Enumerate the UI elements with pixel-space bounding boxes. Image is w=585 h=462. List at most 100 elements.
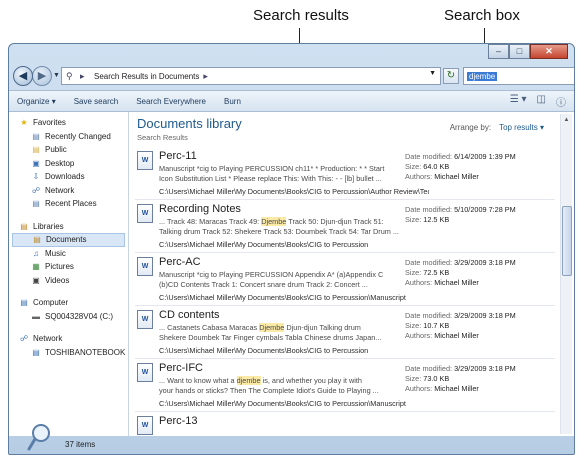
- result-metadata: Date modified: 5/10/2009 7:28 PM Size: 1…: [405, 205, 516, 224]
- result-title[interactable]: Perc-AC: [159, 256, 201, 268]
- sidebar-item-recently-changed[interactable]: ▤ Recently Changed: [9, 130, 128, 144]
- vertical-scrollbar[interactable]: ▲: [560, 114, 572, 434]
- result-path: C:\Users\Michael Miller\My Documents\Boo…: [159, 240, 369, 249]
- folder-icon: ▤: [32, 131, 40, 141]
- scroll-up-icon[interactable]: ▲: [561, 114, 572, 126]
- network-icon: ☍: [19, 334, 29, 344]
- details-pane: 37 items: [9, 424, 574, 454]
- pictures-icon: ▦: [32, 262, 40, 272]
- sidebar-item-music[interactable]: ♫ Music: [9, 247, 128, 261]
- navigation-pane: ★ Favorites ▤ Recently Changed ▤ Public ▣ D…: [9, 112, 129, 436]
- word-document-icon: W: [137, 257, 153, 276]
- chevron-right-icon[interactable]: ▸: [203, 71, 213, 81]
- result-path: C:\Users\Michael Miller\My Documents\Boo…: [159, 399, 406, 408]
- search-box[interactable]: djembe ✕: [463, 67, 574, 85]
- arrange-by: Arrange by: Top results ▾: [449, 123, 544, 132]
- sidebar-item-downloads[interactable]: ⇩ Downloads: [9, 170, 128, 184]
- search-everywhere-button[interactable]: Search Everywhere: [136, 97, 206, 106]
- videos-icon: ▣: [32, 275, 40, 285]
- callout-search-results: Search results: [253, 7, 349, 24]
- downloads-icon: ⇩: [32, 172, 40, 182]
- computer-icon: ▤: [20, 298, 28, 308]
- network-icon: ☍: [31, 185, 41, 195]
- burn-button[interactable]: Burn: [224, 97, 241, 106]
- sidebar-item-recent-places[interactable]: ▤ Recent Places: [9, 197, 128, 211]
- word-document-icon: W: [137, 204, 153, 223]
- libraries-header[interactable]: ▤ Libraries: [9, 220, 128, 234]
- back-button[interactable]: ◀: [13, 66, 33, 86]
- scrollbar-thumb[interactable]: [562, 206, 572, 276]
- result-metadata: Date modified: 6/14/2009 1:39 PM Size: 6…: [405, 152, 516, 181]
- result-item[interactable]: W Perc-IFC ... Want to know what a djemb…: [135, 359, 555, 412]
- favorites-header[interactable]: ★ Favorites: [9, 116, 128, 130]
- explorer-window: – □ ✕ ◀ ▶ ▼ ⚲ ▸ Search Results in Docume…: [8, 43, 575, 455]
- result-path: C:\Users\Michael Miller\My Documents\Boo…: [159, 187, 429, 196]
- result-snippet: ... Castanets Cabasa Maracas Djembe Djun…: [159, 323, 382, 342]
- libraries-icon: ▤: [20, 221, 28, 231]
- save-search-button[interactable]: Save search: [74, 97, 118, 106]
- preview-pane-icon[interactable]: ◫: [537, 94, 546, 109]
- arrange-by-dropdown[interactable]: Top results ▾: [499, 123, 544, 132]
- address-dropdown-icon[interactable]: ▼: [429, 70, 436, 77]
- recent-places-icon: ▤: [32, 199, 40, 209]
- callout-search-box: Search box: [444, 7, 520, 24]
- result-item[interactable]: W CD contents ... Castanets Cabasa Marac…: [135, 306, 555, 359]
- result-snippet: Manuscript *cig to Playing PERCUSSION ch…: [159, 164, 385, 183]
- sidebar-item-desktop[interactable]: ▣ Desktop: [9, 157, 128, 171]
- sidebar-item-pictures[interactable]: ▦ Pictures: [9, 260, 128, 274]
- view-options-icon[interactable]: ☰ ▾: [510, 94, 527, 109]
- result-title[interactable]: CD contents: [159, 309, 220, 321]
- sidebar-item-videos[interactable]: ▣ Videos: [9, 274, 128, 288]
- result-item[interactable]: W Recording Notes ... Track 48: Maracas …: [135, 200, 555, 253]
- result-title[interactable]: Perc-11: [159, 150, 197, 162]
- recent-pages-dropdown[interactable]: ▼: [53, 72, 60, 79]
- sidebar-item-network[interactable]: ☍ Network: [9, 184, 128, 198]
- word-document-icon: W: [137, 310, 153, 329]
- result-path: C:\Users\Michael Miller\My Documents\Boo…: [159, 346, 369, 355]
- results-pane: Documents library Search Results Arrange…: [129, 112, 574, 436]
- organize-menu[interactable]: Organize ▾: [17, 97, 56, 106]
- sidebar-item-public[interactable]: ▤ Public: [9, 143, 128, 157]
- chevron-right-icon[interactable]: ▸: [80, 71, 90, 81]
- maximize-button[interactable]: □: [509, 44, 530, 59]
- result-snippet: Manuscript *cig to Playing PERCUSSION Ap…: [159, 270, 384, 289]
- library-title: Documents library: [137, 116, 242, 131]
- refresh-button[interactable]: ↻: [443, 68, 459, 84]
- result-item[interactable]: W Perc-AC Manuscript *cig to Playing PER…: [135, 253, 555, 306]
- clear-search-icon[interactable]: ✕: [573, 70, 574, 81]
- sidebar-item-documents[interactable]: ▤ Documents: [12, 233, 125, 247]
- minimize-button[interactable]: –: [488, 44, 509, 59]
- desktop-icon: ▣: [32, 158, 40, 168]
- forward-button[interactable]: ▶: [32, 66, 52, 86]
- result-path: C:\Users\Michael Miller\My Documents\Boo…: [159, 293, 406, 302]
- result-title[interactable]: Recording Notes: [159, 203, 241, 215]
- search-icon: [27, 424, 50, 451]
- music-icon: ♫: [33, 248, 39, 258]
- network-header[interactable]: ☍ Network: [9, 332, 128, 346]
- library-subtitle: Search Results: [137, 133, 188, 142]
- result-item[interactable]: W Perc-11 Manuscript *cig to Playing PER…: [135, 147, 555, 200]
- search-folder-icon: ⚲: [66, 71, 73, 81]
- word-document-icon: W: [137, 363, 153, 382]
- item-count: 37 items: [65, 440, 96, 449]
- sidebar-item-drive-c[interactable]: ▬ SQ004328V04 (C:): [9, 310, 128, 324]
- address-bar[interactable]: ⚲ ▸ Search Results in Documents ▸ ▼: [61, 67, 441, 85]
- result-title[interactable]: Perc-13: [159, 415, 198, 427]
- close-button[interactable]: ✕: [530, 44, 568, 59]
- result-metadata: Date modified: 3/29/2009 3:18 PM Size: 7…: [405, 258, 516, 287]
- computer-header[interactable]: ▤ Computer: [9, 296, 128, 310]
- sidebar-item-toshibanotebook[interactable]: ▤ TOSHIBANOTEBOOK: [9, 346, 128, 360]
- result-item[interactable]: W Perc-13: [135, 412, 555, 435]
- address-path: Search Results in Documents: [94, 71, 200, 81]
- star-icon: ★: [20, 118, 28, 128]
- help-icon[interactable]: ⓘ: [556, 94, 566, 109]
- result-snippet: ... Track 48: Maracas Track 49: Djembe T…: [159, 217, 399, 236]
- address-row: ◀ ▶ ▼ ⚲ ▸ Search Results in Documents ▸ …: [9, 64, 574, 90]
- result-title[interactable]: Perc-IFC: [159, 362, 203, 374]
- result-metadata: Date modified: 3/29/2009 3:18 PM Size: 7…: [405, 364, 516, 393]
- result-snippet: ... Want to know what a djembe is, and w…: [159, 376, 379, 395]
- search-input[interactable]: djembe: [467, 71, 498, 81]
- title-bar: – □ ✕: [9, 44, 574, 64]
- documents-icon: ▤: [33, 235, 41, 245]
- word-document-icon: W: [137, 416, 153, 435]
